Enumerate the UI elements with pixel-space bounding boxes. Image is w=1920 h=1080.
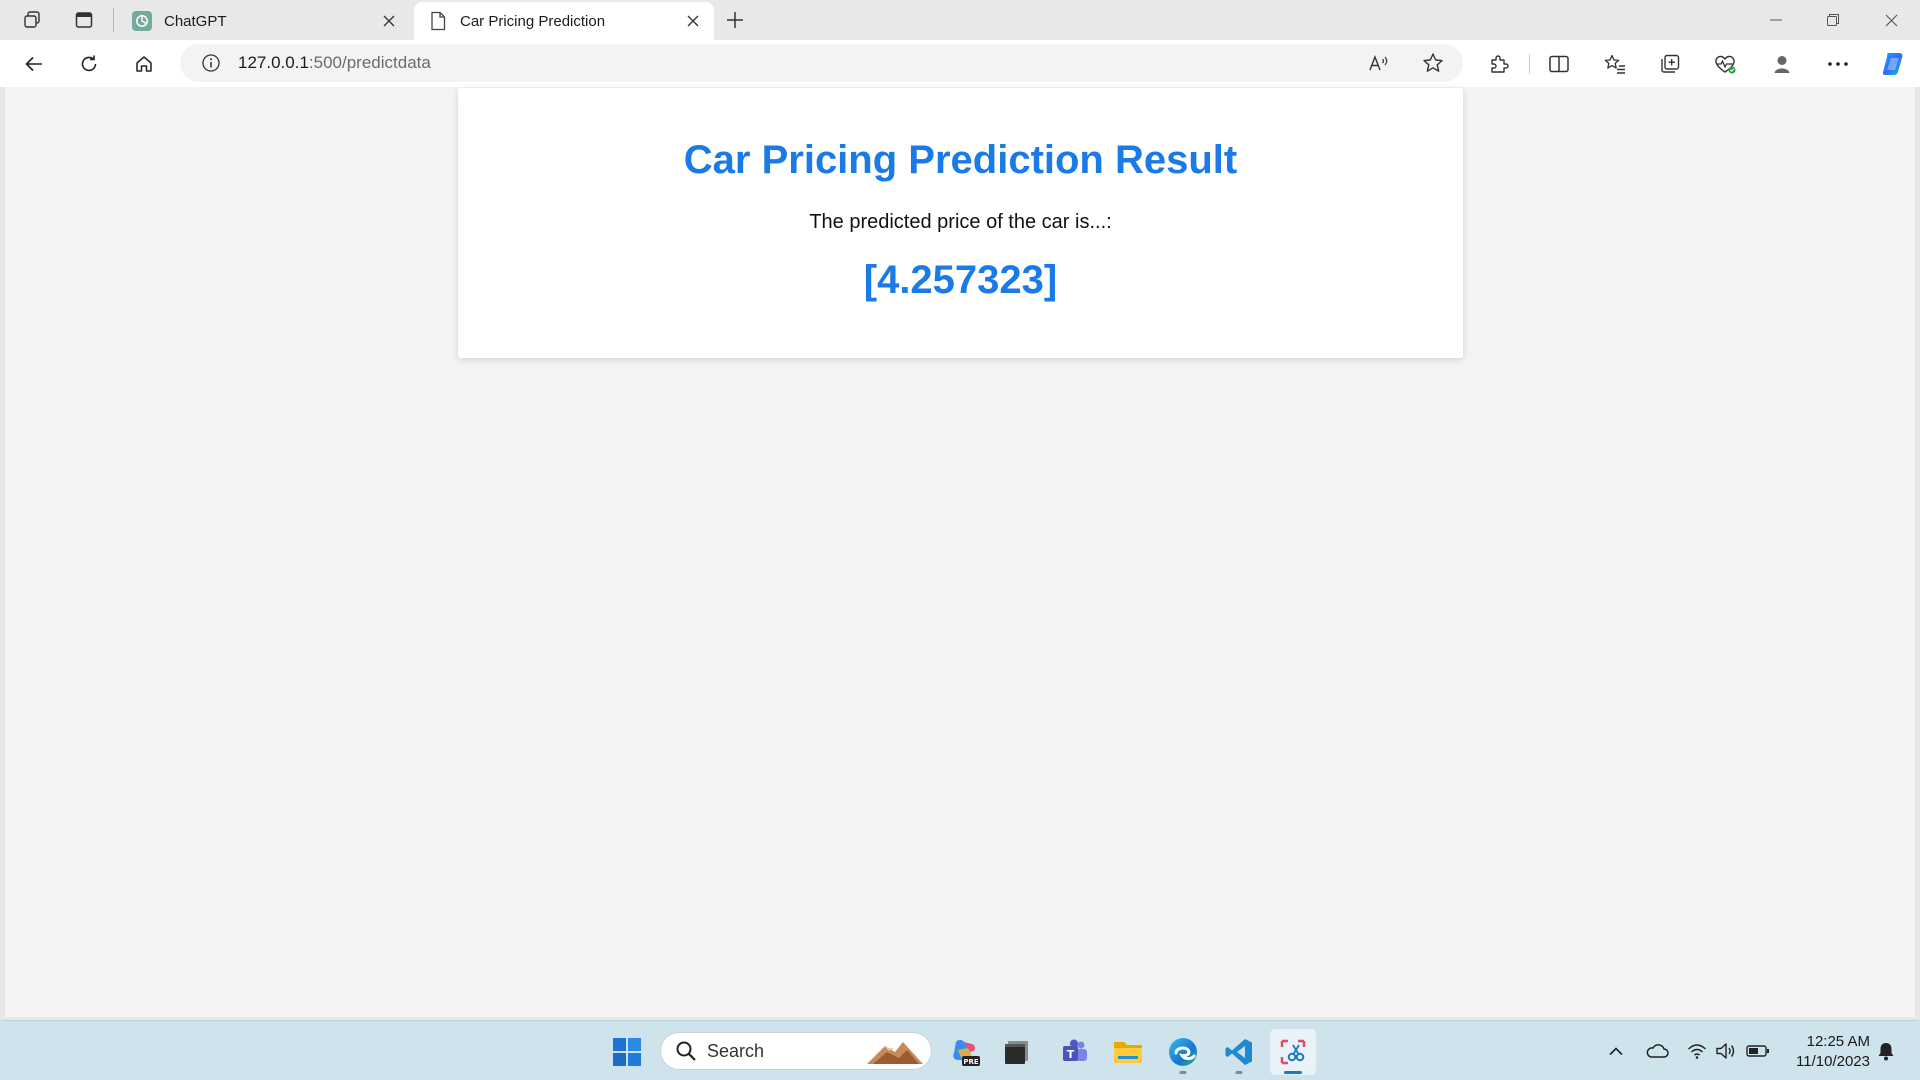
- tab-title: ChatGPT: [164, 12, 227, 30]
- close-icon[interactable]: [378, 10, 400, 32]
- page-title: Car Pricing Prediction Result: [683, 138, 1238, 182]
- predicted-price-value: [4.257323]: [863, 258, 1058, 302]
- favorites-button[interactable]: [1597, 46, 1633, 82]
- copilot-icon: [1882, 53, 1903, 75]
- clock-time: 12:25 AM: [1806, 1033, 1870, 1050]
- teams-app-button[interactable]: T: [1052, 1029, 1098, 1075]
- browser-toolbar: 127.0.0.1:500/predictdata: [0, 40, 1920, 87]
- svg-text:T: T: [1067, 1048, 1075, 1061]
- home-icon: [136, 56, 152, 72]
- start-button[interactable]: [604, 1029, 650, 1075]
- snipping-tool-icon: [1280, 1039, 1306, 1065]
- wifi-icon[interactable]: [1684, 1038, 1710, 1064]
- notification-bell-icon[interactable]: [1873, 1038, 1899, 1064]
- teams-icon: T: [1063, 1039, 1087, 1061]
- close-window-button[interactable]: [1863, 0, 1919, 40]
- search-highlight-illustration: [867, 1042, 923, 1064]
- tab-actions-icon: [75, 12, 93, 28]
- vscode-icon: [1225, 1039, 1252, 1065]
- terminal-app-button[interactable]: [994, 1029, 1040, 1075]
- copilot-app-button[interactable]: PRE: [941, 1029, 987, 1075]
- terminal-icon: [1005, 1041, 1028, 1064]
- search-icon: [673, 1038, 699, 1064]
- collections-icon: [1661, 54, 1680, 73]
- workspaces-icon: [24, 11, 40, 28]
- address-bar[interactable]: 127.0.0.1:500/predictdata: [180, 44, 1463, 82]
- url-text[interactable]: 127.0.0.1:500/predictdata: [238, 53, 431, 73]
- clock-date: 11/10/2023: [1796, 1053, 1870, 1070]
- vscode-app-button[interactable]: [1216, 1029, 1262, 1075]
- result-card: Car Pricing Prediction Result The predic…: [458, 88, 1463, 358]
- close-icon: [1885, 14, 1897, 26]
- tab-separator: [113, 8, 114, 32]
- home-button[interactable]: [126, 46, 162, 82]
- site-info-icon[interactable]: [198, 50, 224, 76]
- url-path: :500/predictdata: [308, 53, 431, 72]
- active-indicator: [1284, 1071, 1302, 1074]
- battery-icon[interactable]: [1745, 1038, 1771, 1064]
- back-arrow-icon: [25, 56, 42, 72]
- svg-text:PRE: PRE: [963, 1058, 979, 1066]
- search-label: Search: [707, 1040, 765, 1061]
- chatgpt-icon: [132, 11, 152, 31]
- volume-icon[interactable]: [1713, 1038, 1739, 1064]
- tab-title: Car Pricing Prediction: [460, 12, 606, 30]
- browser-essentials-button[interactable]: [1707, 46, 1743, 82]
- restore-button[interactable]: [1805, 0, 1861, 40]
- extensions-button[interactable]: [1481, 46, 1517, 82]
- taskbar: Search PRE T 12:25 AM 11/10/2023: [0, 1020, 1920, 1080]
- windows-start-icon: [613, 1038, 641, 1066]
- refresh-button[interactable]: [71, 46, 107, 82]
- new-tab-button[interactable]: [718, 5, 752, 35]
- copilot-button[interactable]: [1875, 46, 1911, 82]
- profile-avatar-icon: [1774, 56, 1790, 73]
- file-explorer-button[interactable]: [1105, 1029, 1151, 1075]
- running-indicator: [1179, 1071, 1187, 1074]
- extensions-icon: [1491, 55, 1509, 73]
- chevron-up-icon[interactable]: [1603, 1038, 1629, 1064]
- tab-strip: ChatGPT Car Pricing Prediction: [0, 0, 1920, 40]
- profile-button[interactable]: [1764, 46, 1800, 82]
- page-viewport: Car Pricing Prediction Result The predic…: [5, 87, 1915, 1017]
- workspaces-button[interactable]: [15, 5, 49, 35]
- refresh-icon: [81, 55, 97, 72]
- toolbar-divider: [1529, 54, 1530, 74]
- minimize-icon: [1770, 19, 1782, 21]
- settings-more-button[interactable]: [1820, 46, 1856, 82]
- tab-car-pricing-prediction[interactable]: Car Pricing Prediction: [414, 2, 714, 40]
- edge-icon: [1169, 1038, 1197, 1066]
- file-explorer-icon: [1114, 1042, 1142, 1063]
- close-icon[interactable]: [682, 10, 704, 32]
- read-aloud-icon[interactable]: [1364, 50, 1394, 76]
- favorites-list-icon: [1604, 54, 1625, 74]
- split-screen-icon: [1549, 55, 1569, 73]
- onedrive-icon[interactable]: [1644, 1038, 1670, 1064]
- back-button[interactable]: [16, 46, 52, 82]
- edge-app-button[interactable]: [1160, 1029, 1206, 1075]
- more-horizontal-icon: [1828, 62, 1848, 66]
- tab-chatgpt[interactable]: ChatGPT: [118, 2, 410, 40]
- minimize-button[interactable]: [1748, 0, 1804, 40]
- plus-icon: [727, 12, 743, 28]
- taskbar-search[interactable]: Search: [660, 1032, 932, 1070]
- system-clock[interactable]: 12:25 AM 11/10/2023: [1782, 1032, 1870, 1072]
- collections-button[interactable]: [1652, 46, 1688, 82]
- snipping-tool-button[interactable]: [1270, 1029, 1316, 1075]
- window-frame-edge: [1915, 87, 1920, 1017]
- result-description: The predicted price of the car is...:: [809, 211, 1112, 233]
- tab-actions-button[interactable]: [67, 5, 101, 35]
- favorite-star-icon[interactable]: [1418, 50, 1448, 76]
- copilot-app-icon: PRE: [953, 1039, 980, 1066]
- restore-icon: [1827, 14, 1839, 26]
- url-host: 127.0.0.1: [238, 53, 309, 72]
- running-indicator: [1235, 1071, 1243, 1074]
- split-screen-button[interactable]: [1541, 46, 1577, 82]
- page-icon: [428, 11, 448, 31]
- heart-pulse-icon: [1715, 55, 1736, 74]
